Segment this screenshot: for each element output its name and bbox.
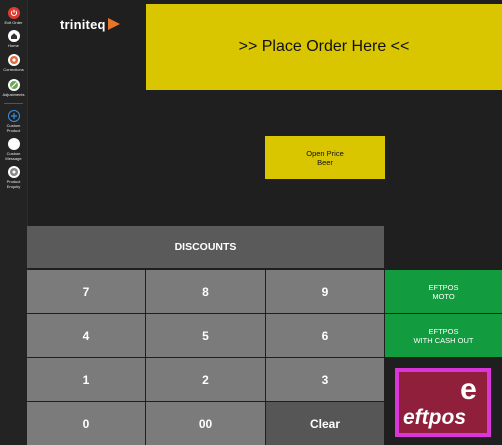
keypad-key-6[interactable]: 6 (266, 314, 384, 357)
keypad-key-label: 00 (198, 416, 213, 431)
enquiry-icon (7, 166, 20, 178)
eftpos-logo: e eftpos (399, 372, 487, 433)
keypad-key-2[interactable]: 2 (146, 358, 265, 401)
sidebar: Exit Order Home Corrections Adjustments … (0, 0, 28, 445)
eftpos-cashout-line1: EFTPOS (428, 326, 459, 336)
keypad-clear-button[interactable]: Clear (266, 402, 384, 445)
keypad-key-label: 4 (82, 328, 90, 343)
keypad-key-label: 3 (321, 372, 329, 387)
keypad-key-3[interactable]: 3 (266, 358, 384, 401)
keypad-key-5[interactable]: 5 (146, 314, 265, 357)
sidebar-item-label: Custom Message (5, 151, 22, 161)
eftpos-cashout-button[interactable]: EFTPOS WITH CASH OUT (385, 314, 502, 357)
sidebar-item-corrections[interactable]: Corrections (0, 54, 27, 72)
sidebar-divider (4, 103, 23, 104)
logo-text: triniteq (60, 16, 106, 32)
product-label-line1: Open Price (306, 148, 344, 158)
keypad-key-0[interactable]: 0 (27, 402, 145, 445)
adjustments-icon (7, 79, 20, 91)
plus-icon (7, 110, 20, 122)
keypad-key-00[interactable]: 00 (146, 402, 265, 445)
sidebar-item-label: Exit Order (4, 20, 23, 25)
keypad-key-label: 5 (202, 328, 209, 343)
keypad-key-9[interactable]: 9 (266, 270, 384, 313)
discounts-label: DISCOUNTS (174, 241, 237, 253)
home-icon (7, 30, 20, 42)
product-button-open-price-beer[interactable]: Open Price Beer (265, 136, 385, 179)
sidebar-item-label: Home (8, 43, 19, 48)
logo-mark-icon (107, 18, 120, 30)
sidebar-item-label: Product Enquiry (6, 179, 21, 189)
keypad-key-1[interactable]: 1 (27, 358, 145, 401)
keypad-key-label: 7 (82, 284, 90, 299)
keypad-key-label: 2 (202, 372, 209, 387)
eftpos-button[interactable]: e eftpos (395, 368, 491, 437)
keypad-key-label: 6 (321, 328, 329, 343)
sidebar-item-product-enquiry[interactable]: Product Enquiry (0, 166, 27, 189)
triniteq-logo: triniteq (60, 14, 121, 34)
corrections-icon (7, 54, 20, 66)
place-order-button[interactable]: >> Place Order Here << (146, 4, 502, 90)
keypad-key-label: 8 (202, 284, 209, 299)
eftpos-moto-line1: EFTPOS (428, 282, 459, 292)
message-icon (7, 138, 20, 150)
discounts-button[interactable]: DISCOUNTS (27, 226, 384, 268)
eftpos-e-icon: e (460, 373, 477, 406)
eftpos-wordmark: eftpos (403, 406, 466, 429)
keypad-key-4[interactable]: 4 (27, 314, 145, 357)
eftpos-cashout-line2: WITH CASH OUT (413, 335, 474, 345)
sidebar-item-home[interactable]: Home (0, 30, 27, 48)
sidebar-item-custom-message[interactable]: Custom Message (0, 138, 27, 161)
keypad-key-label: 0 (82, 416, 90, 431)
keypad-key-7[interactable]: 7 (27, 270, 145, 313)
sidebar-item-label: Corrections (3, 67, 24, 72)
eftpos-moto-line2: MOTO (432, 291, 455, 301)
eftpos-moto-button[interactable]: EFTPOS MOTO (385, 270, 502, 313)
sidebar-item-custom-product[interactable]: Custom Product (0, 110, 27, 133)
keypad-key-label: 9 (321, 284, 329, 299)
keypad-key-8[interactable]: 8 (146, 270, 265, 313)
power-icon (7, 7, 20, 19)
sidebar-item-adjustments[interactable]: Adjustments (0, 79, 27, 97)
place-order-label: >> Place Order Here << (238, 38, 410, 55)
product-label-line2: Beer (317, 157, 333, 167)
keypad-key-label: 1 (82, 372, 90, 387)
sidebar-item-label: Adjustments (2, 92, 25, 97)
keypad-key-label: Clear (309, 416, 341, 431)
sidebar-item-label: Custom Product (6, 123, 21, 133)
sidebar-item-exit-order[interactable]: Exit Order (0, 7, 27, 25)
